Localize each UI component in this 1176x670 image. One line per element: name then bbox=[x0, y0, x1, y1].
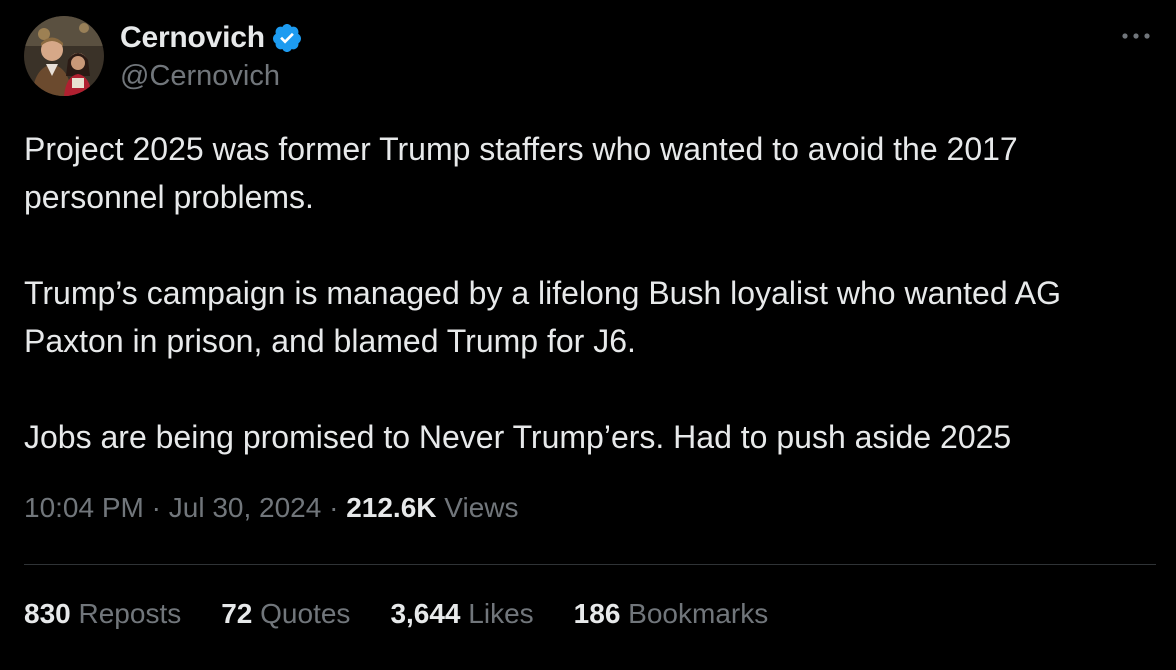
author-handle[interactable]: @Cernovich bbox=[120, 58, 303, 94]
quotes-count: 72 bbox=[221, 598, 253, 629]
tweet-paragraph: Jobs are being promised to Never Trump’e… bbox=[24, 413, 1154, 461]
bookmarks-label: Bookmarks bbox=[628, 598, 769, 629]
reposts-count: 830 bbox=[24, 598, 71, 629]
meta-separator: · bbox=[329, 492, 339, 523]
bookmarks-stat[interactable]: 186 Bookmarks bbox=[574, 598, 769, 630]
meta-separator: · bbox=[151, 492, 161, 523]
tweet-line: Project 2025 was former Trump staffers w… bbox=[24, 131, 1018, 167]
tweet-paragraph: Trump’s campaign is managed by a lifelon… bbox=[24, 269, 1154, 365]
tweet-time[interactable]: 10:04 PM bbox=[24, 492, 144, 523]
views-count: 212.6K bbox=[346, 492, 437, 523]
bookmarks-count: 186 bbox=[573, 598, 621, 629]
profile-photo-icon bbox=[24, 16, 104, 96]
views-label: Views bbox=[444, 492, 519, 523]
tweet-header: Cernovich @Cernovich bbox=[24, 16, 303, 96]
verified-badge-icon[interactable] bbox=[271, 22, 303, 54]
tweet-date[interactable]: Jul 30, 2024 bbox=[169, 492, 322, 523]
tweet-stats: 830 Reposts 72 Quotes 3,644 Likes 186 Bo… bbox=[24, 598, 808, 630]
display-name[interactable]: Cernovich bbox=[120, 21, 265, 55]
name-row: Cernovich bbox=[120, 18, 303, 58]
reposts-stat[interactable]: 830 Reposts bbox=[24, 598, 181, 630]
tweet-paragraph: Project 2025 was former Trump staffers w… bbox=[24, 125, 1154, 221]
tweet-line: Trump’s campaign is managed by a lifelon… bbox=[24, 275, 1061, 311]
tweet: Cernovich @Cernovich Project 2025 was fo… bbox=[0, 0, 1176, 670]
tweet-meta: 10:04 PM · Jul 30, 2024 · 212.6K Views bbox=[24, 492, 518, 524]
likes-count: 3,644 bbox=[390, 598, 461, 629]
tweet-text: Project 2025 was former Trump staffers w… bbox=[24, 125, 1154, 461]
likes-stat[interactable]: 3,644 Likes bbox=[390, 598, 533, 630]
divider bbox=[24, 564, 1156, 565]
tweet-line: Paxton in prison, and blamed Trump for J… bbox=[24, 323, 636, 359]
more-horizontal-icon[interactable] bbox=[1116, 24, 1156, 48]
quotes-stat[interactable]: 72 Quotes bbox=[221, 598, 350, 630]
reposts-label: Reposts bbox=[78, 598, 182, 629]
tweet-line: personnel problems. bbox=[24, 179, 314, 215]
quotes-label: Quotes bbox=[260, 598, 351, 629]
tweet-line: Jobs are being promised to Never Trump’e… bbox=[24, 419, 1012, 455]
likes-label: Likes bbox=[468, 598, 534, 629]
author-names: Cernovich @Cernovich bbox=[120, 18, 303, 94]
avatar[interactable] bbox=[24, 16, 104, 96]
